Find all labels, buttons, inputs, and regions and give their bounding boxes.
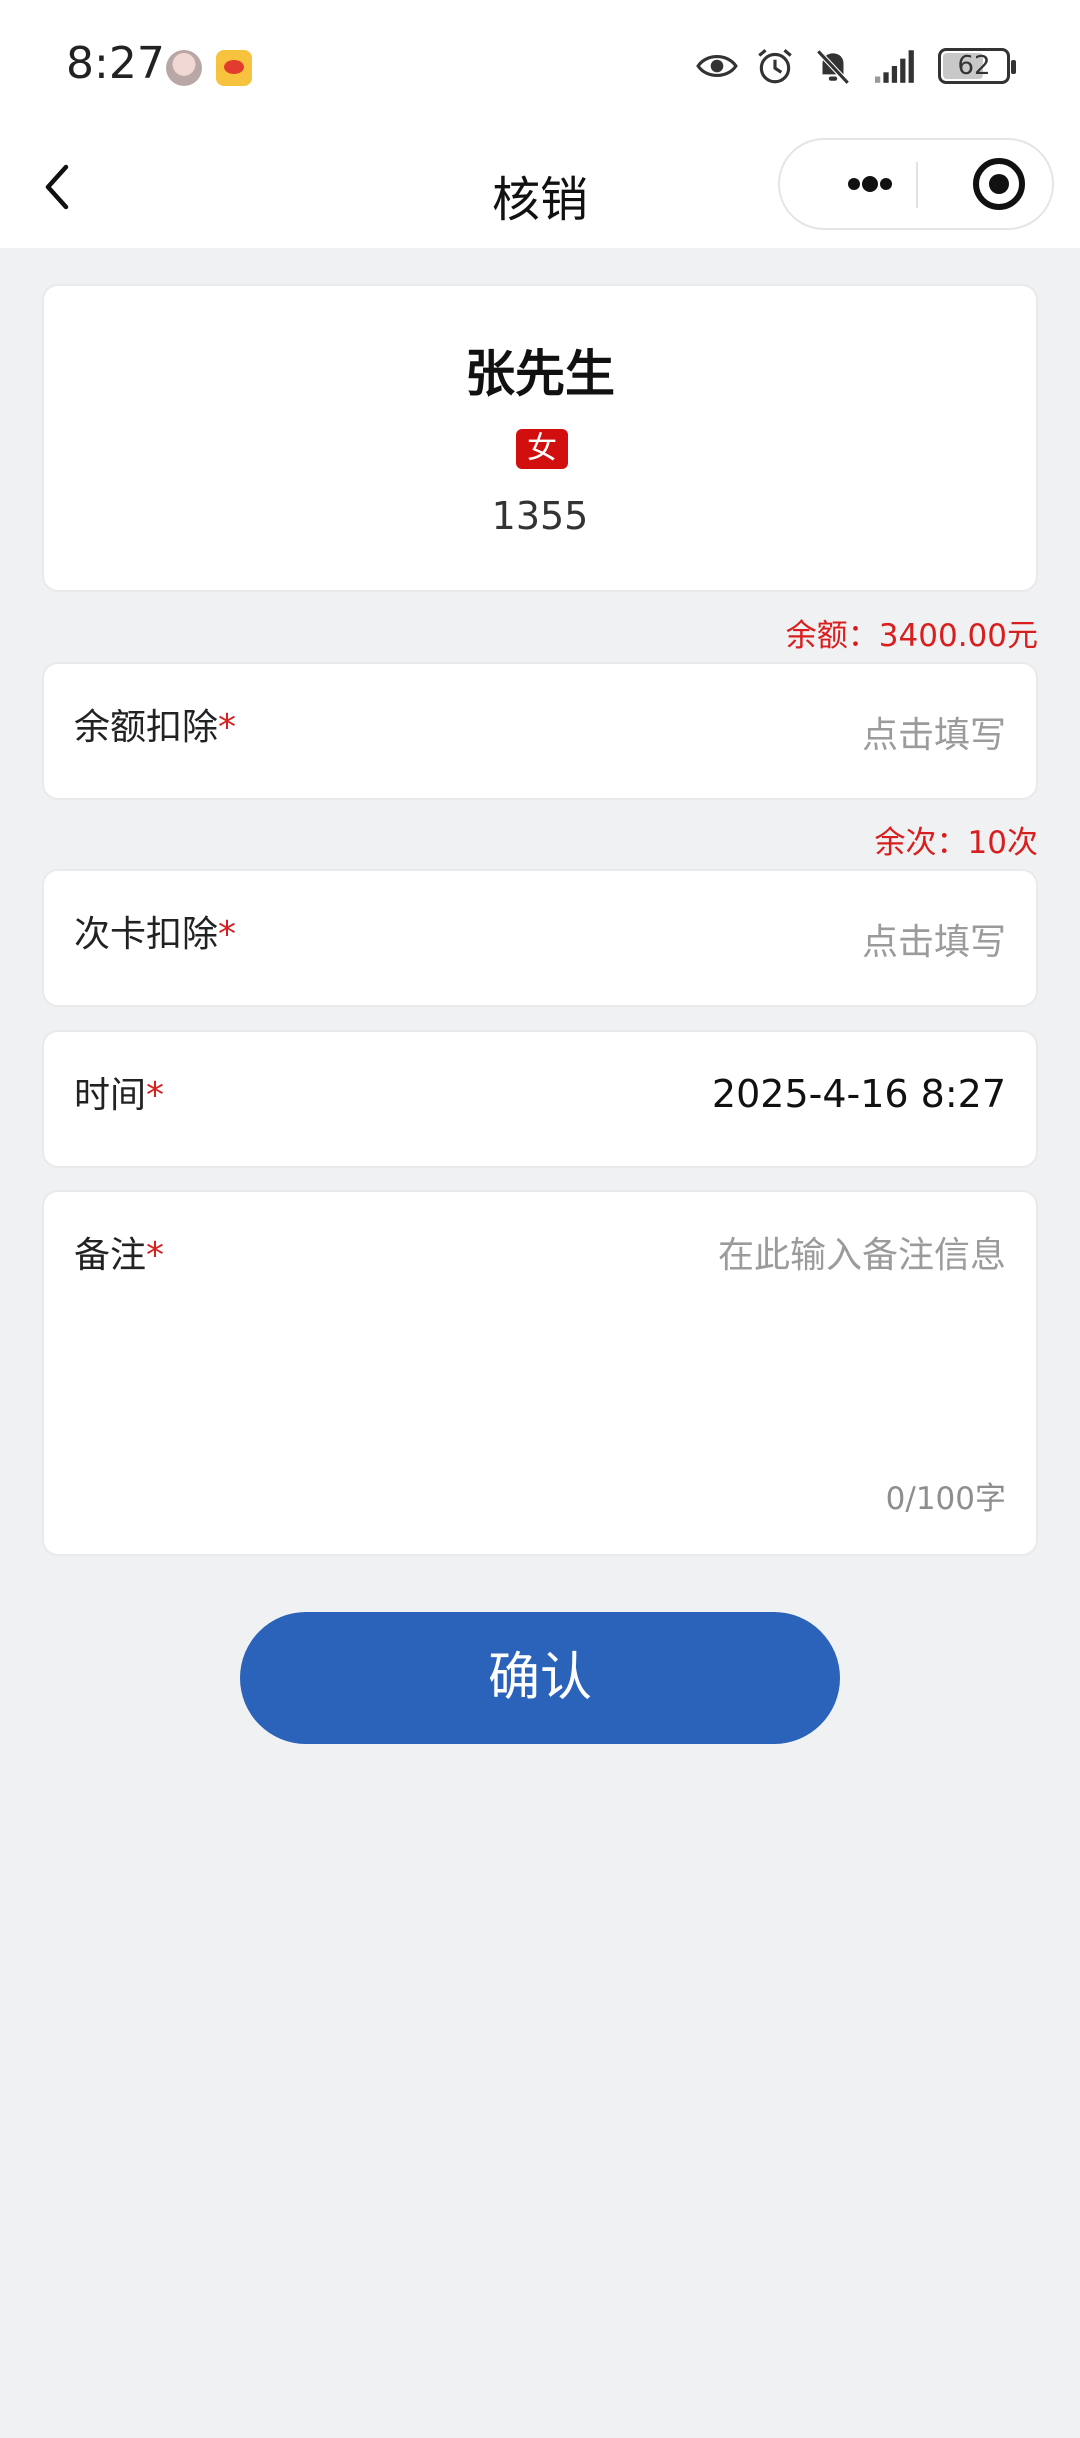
customer-profile-card: 张先生 女 1355 (42, 284, 1038, 592)
required-mark: * (146, 1235, 165, 1276)
more-dots-icon[interactable] (820, 140, 920, 228)
card-deduct-input[interactable]: 点击填写 (862, 913, 1006, 965)
status-bar: 8:27 62 (0, 0, 1080, 130)
time-field[interactable]: 时间* 2025-4-16 8:27 (42, 1030, 1038, 1168)
avatar-app-icon (166, 50, 202, 86)
capsule-divider (916, 162, 918, 208)
count-hint: 余次：10次 (874, 825, 1038, 861)
balance-deduct-label-text: 余额扣除 (74, 707, 219, 748)
remark-textarea[interactable]: 在此输入备注信息 (718, 1226, 1006, 1278)
time-label: 时间* (74, 1066, 164, 1118)
time-label-text: 时间 (74, 1075, 147, 1116)
required-mark: * (218, 914, 237, 955)
customer-phone: 1355 (491, 494, 589, 538)
required-mark: * (218, 707, 237, 748)
remark-label-text: 备注 (74, 1235, 147, 1276)
balance-deduct-input[interactable]: 点击填写 (862, 706, 1006, 758)
close-target-icon[interactable] (958, 140, 1058, 228)
remark-label: 备注* (74, 1226, 164, 1278)
mini-program-capsule (778, 138, 1054, 230)
mute-bell-icon (816, 49, 850, 85)
eye-icon (696, 54, 738, 78)
alarm-icon (758, 49, 792, 84)
battery-indicator: 62 (938, 48, 1016, 84)
remark-char-counter: 0/100字 (885, 1481, 1006, 1517)
card-deduct-field[interactable]: 次卡扣除* 点击填写 (42, 869, 1038, 1007)
time-picker-value[interactable]: 2025-4-16 8:27 (712, 1072, 1006, 1116)
balance-hint: 余额：3400.00元 (785, 618, 1038, 654)
battery-level: 62 (957, 51, 991, 81)
remark-field[interactable]: 备注* 在此输入备注信息 0/100字 (42, 1190, 1038, 1556)
signal-icon (875, 50, 914, 83)
status-icons: 62 (696, 44, 1016, 88)
confirm-button[interactable]: 确认 (240, 1612, 840, 1744)
status-time: 8:27 (66, 38, 165, 89)
balance-deduct-label: 余额扣除* (74, 698, 236, 750)
card-deduct-label-text: 次卡扣除 (74, 914, 219, 955)
customer-name: 张先生 (465, 345, 615, 403)
nav-bar: 核销 (0, 130, 1080, 248)
required-mark: * (146, 1075, 165, 1116)
card-deduct-label: 次卡扣除* (74, 905, 236, 957)
gender-badge: 女 (516, 429, 568, 469)
balance-deduct-field[interactable]: 余额扣除* 点击填写 (42, 662, 1038, 800)
weibo-app-icon (216, 50, 252, 86)
